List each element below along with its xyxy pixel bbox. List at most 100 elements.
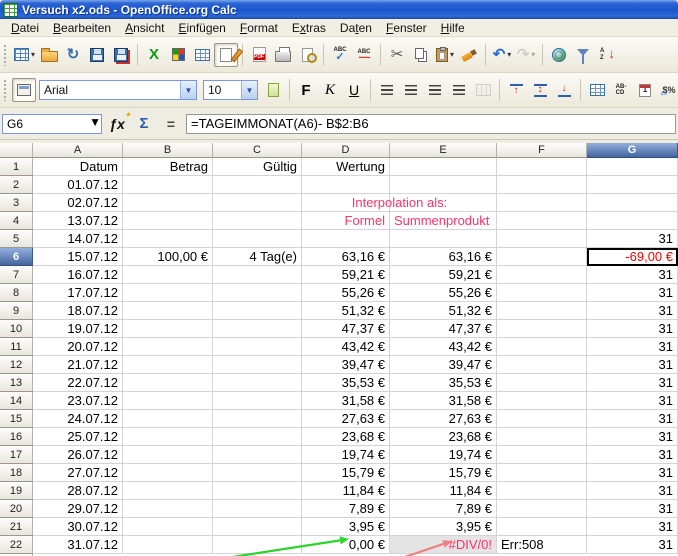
cell-B4[interactable] (123, 212, 213, 230)
cell-D19[interactable]: 11,84 € (302, 482, 390, 500)
cell-B14[interactable] (123, 392, 213, 410)
cell-D17[interactable]: 19,74 € (302, 446, 390, 464)
cell-D15[interactable]: 27,63 € (302, 410, 390, 428)
align-left-button[interactable] (375, 78, 399, 102)
cell-G18[interactable]: 31 (587, 464, 678, 482)
cell-E18[interactable]: 15,79 € (390, 464, 497, 482)
cell-G1[interactable] (587, 158, 678, 176)
row-header-6[interactable]: 6 (0, 248, 33, 266)
cell-A21[interactable]: 30.07.12 (33, 518, 123, 536)
cell-D13[interactable]: 35,53 € (302, 374, 390, 392)
cell-G13[interactable]: 31 (587, 374, 678, 392)
cell-C14[interactable] (213, 392, 302, 410)
paste-button[interactable]: ▾ (433, 43, 457, 67)
hyperlink-button[interactable] (547, 43, 571, 67)
cell-D14[interactable]: 31,58 € (302, 392, 390, 410)
align-top-button[interactable]: ↑ (504, 78, 528, 102)
column-header-A[interactable]: A (33, 143, 123, 158)
cell-G20[interactable]: 31 (587, 500, 678, 518)
cell-C1[interactable]: Gültig (213, 158, 302, 176)
page-style-button[interactable] (261, 78, 285, 102)
auto-spellcheck-button[interactable] (352, 43, 376, 67)
cell-B7[interactable] (123, 266, 213, 284)
cell-F22[interactable]: Err:508 (497, 536, 587, 554)
redo-dropdown-icon[interactable]: ▾ (531, 50, 535, 59)
cell-C13[interactable] (213, 374, 302, 392)
align-justify-button[interactable] (447, 78, 471, 102)
cell-C3[interactable] (213, 194, 302, 212)
cell-D4[interactable]: Formel (302, 212, 390, 230)
cell-E22[interactable]: #DIV/0! (390, 536, 497, 554)
cell-E17[interactable]: 19,74 € (390, 446, 497, 464)
cell-G6[interactable]: -69,00 € (587, 248, 678, 266)
align-bottom-button[interactable]: ↓ (552, 78, 576, 102)
cell-F1[interactable] (497, 158, 587, 176)
sum-button[interactable]: Σ (132, 113, 156, 135)
cell-D2[interactable] (302, 176, 390, 194)
font-name-combo[interactable]: Arial ▼ (39, 80, 197, 100)
row-header-16[interactable]: 16 (0, 428, 33, 446)
cell-F17[interactable] (497, 446, 587, 464)
cell-F11[interactable] (497, 338, 587, 356)
cell-D22[interactable]: 0,00 € (302, 536, 390, 554)
function-wizard-button[interactable]: ƒx (105, 113, 129, 135)
font-size-dropdown-icon[interactable]: ▼ (241, 81, 257, 99)
cell-G10[interactable]: 31 (587, 320, 678, 338)
cell-B5[interactable] (123, 230, 213, 248)
export-pdf-button[interactable] (247, 43, 271, 67)
cell-G12[interactable]: 31 (587, 356, 678, 374)
toolbar-grip[interactable] (3, 44, 8, 66)
autofilter-button[interactable] (571, 43, 595, 67)
cell-A16[interactable]: 25.07.12 (33, 428, 123, 446)
cell-B18[interactable] (123, 464, 213, 482)
number-format-currency-button[interactable] (657, 78, 678, 102)
cell-G21[interactable]: 31 (587, 518, 678, 536)
bold-button[interactable]: F (294, 78, 318, 102)
cell-E6[interactable]: 63,16 € (390, 248, 497, 266)
cell-G3[interactable] (587, 194, 678, 212)
cell-C8[interactable] (213, 284, 302, 302)
row-header-21[interactable]: 21 (0, 518, 33, 536)
cell-C6[interactable]: 4 Tag(e) (213, 248, 302, 266)
row-header-9[interactable]: 9 (0, 302, 33, 320)
cell-B9[interactable] (123, 302, 213, 320)
menu-bearbeiten[interactable]: Bearbeiten (46, 20, 118, 36)
row-header-11[interactable]: 11 (0, 338, 33, 356)
menu-datei[interactable]: Datei (4, 20, 46, 36)
cell-E7[interactable]: 59,21 € (390, 266, 497, 284)
menu-hilfe[interactable]: Hilfe (434, 20, 472, 36)
cell-A12[interactable]: 21.07.12 (33, 356, 123, 374)
cell-G9[interactable]: 31 (587, 302, 678, 320)
cell-D21[interactable]: 3,95 € (302, 518, 390, 536)
cell-F3[interactable] (497, 194, 587, 212)
cell-A11[interactable]: 20.07.12 (33, 338, 123, 356)
column-header-E[interactable]: E (390, 143, 497, 158)
cell-F15[interactable] (497, 410, 587, 428)
cell-F9[interactable] (497, 302, 587, 320)
cell-E10[interactable]: 47,37 € (390, 320, 497, 338)
row-header-18[interactable]: 18 (0, 464, 33, 482)
cell-B3[interactable] (123, 194, 213, 212)
page-preview-button[interactable] (295, 43, 319, 67)
cell-F16[interactable] (497, 428, 587, 446)
format-paintbrush-button[interactable] (457, 43, 481, 67)
insert-table-button[interactable] (190, 43, 214, 67)
cell-G19[interactable]: 31 (587, 482, 678, 500)
cell-A15[interactable]: 24.07.12 (33, 410, 123, 428)
cell-A7[interactable]: 16.07.12 (33, 266, 123, 284)
cell-B20[interactable] (123, 500, 213, 518)
menu-format[interactable]: Format (233, 20, 285, 36)
name-box-dropdown-icon[interactable]: ▼ (89, 115, 101, 133)
row-header-8[interactable]: 8 (0, 284, 33, 302)
cell-B21[interactable] (123, 518, 213, 536)
cell-A1[interactable]: Datum (33, 158, 123, 176)
cell-C5[interactable] (213, 230, 302, 248)
cell-G14[interactable]: 31 (587, 392, 678, 410)
cell-G17[interactable]: 31 (587, 446, 678, 464)
undo-button[interactable]: ↶▾ (490, 43, 514, 67)
cell-A10[interactable]: 19.07.12 (33, 320, 123, 338)
cell-C7[interactable] (213, 266, 302, 284)
cell-E21[interactable]: 3,95 € (390, 518, 497, 536)
cell-B13[interactable] (123, 374, 213, 392)
cell-F2[interactable] (497, 176, 587, 194)
